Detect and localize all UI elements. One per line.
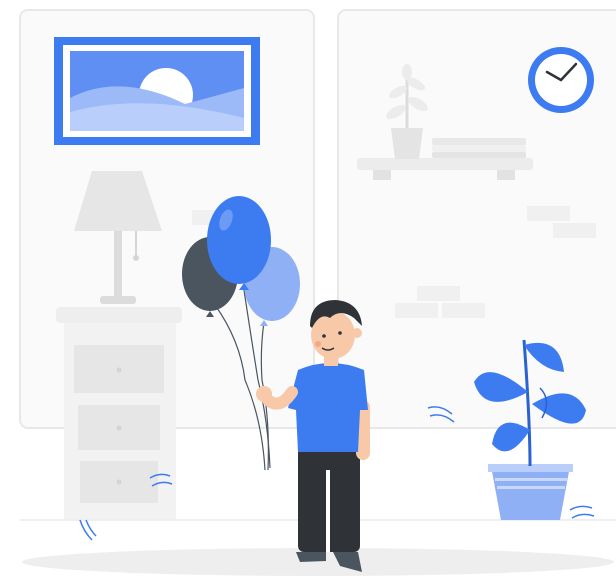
picture-frame bbox=[54, 37, 260, 145]
drawer-cabinet bbox=[56, 307, 182, 541]
illustration-scene bbox=[0, 0, 616, 576]
books bbox=[432, 138, 526, 158]
balloon-blue bbox=[207, 196, 271, 284]
wall-clock bbox=[528, 47, 594, 113]
